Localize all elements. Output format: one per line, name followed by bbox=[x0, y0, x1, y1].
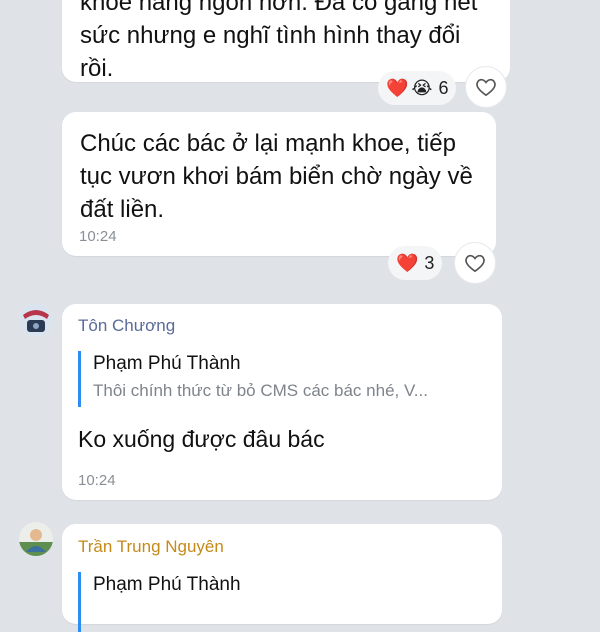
message-text: Chúc các bác ở lại mạnh khoe, tiếp tục v… bbox=[80, 130, 473, 223]
message-bubble[interactable]: Chúc các bác ở lại mạnh khoe, tiếp tục v… bbox=[62, 112, 496, 256]
reaction-summary[interactable]: ❤️ 😭 6 bbox=[378, 71, 457, 105]
reaction-summary[interactable]: ❤️ 3 bbox=[388, 246, 443, 280]
message-time: 10:24 bbox=[79, 228, 117, 245]
heart-emoji-icon: ❤️ bbox=[396, 252, 419, 273]
quote-text: Thôi chính thức từ bỏ CMS các bác nhé, V… bbox=[93, 381, 428, 400]
reaction-count: 6 bbox=[438, 77, 449, 98]
message-bubble[interactable]: Trần Trung Nguyên Phạm Phú Thành bbox=[62, 524, 502, 632]
quote-author: Phạm Phú Thành bbox=[93, 574, 241, 595]
crying-emoji-icon: 😭 bbox=[411, 77, 433, 98]
avatar[interactable] bbox=[19, 303, 53, 337]
reply-quote[interactable]: Phạm Phú Thành bbox=[78, 572, 488, 632]
heart-outline-icon[interactable] bbox=[454, 242, 496, 284]
message-time: 10:24 bbox=[78, 472, 116, 489]
avatar[interactable] bbox=[19, 522, 53, 556]
reply-quote[interactable]: Phạm Phú Thành Thôi chính thức từ bỏ CMS… bbox=[78, 351, 488, 407]
message-bubble[interactable]: Tôn Chương Phạm Phú Thành Thôi chính thứ… bbox=[62, 304, 502, 500]
quote-author: Phạm Phú Thành bbox=[93, 353, 241, 374]
heart-emoji-icon: ❤️ bbox=[386, 77, 409, 98]
heart-outline-icon[interactable] bbox=[465, 66, 507, 108]
message-text: Ko xuống được đâu bác bbox=[78, 426, 325, 452]
reaction-count: 3 bbox=[424, 252, 435, 273]
message-bubble[interactable]: khoẻ năng ngon hơn. Đã cố gắng hết sức n… bbox=[62, 0, 510, 82]
sender-name[interactable]: Tôn Chương bbox=[78, 316, 175, 336]
sender-name[interactable]: Trần Trung Nguyên bbox=[78, 537, 224, 557]
